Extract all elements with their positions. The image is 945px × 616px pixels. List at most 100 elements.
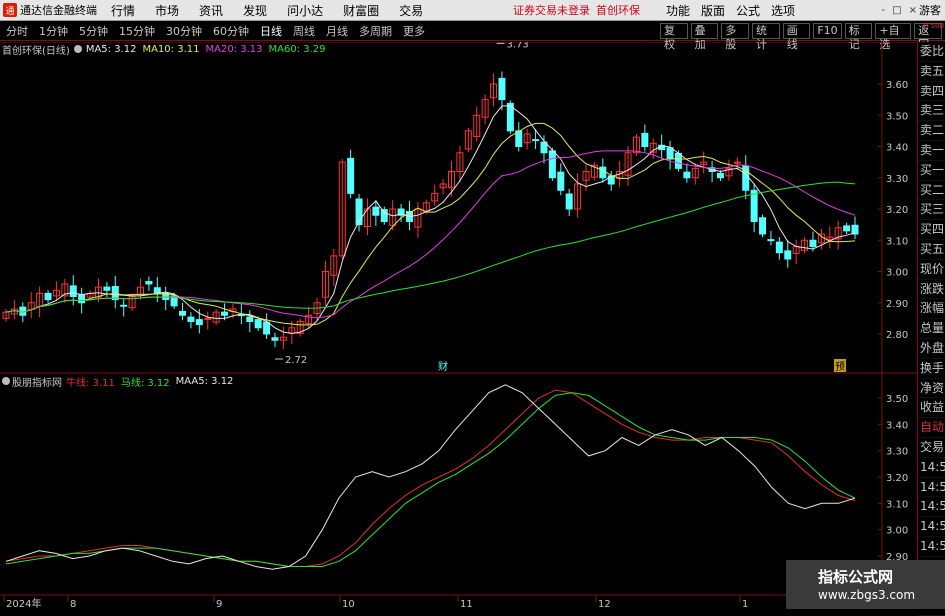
menu-item-wealth[interactable]: 财富圈 [343,2,379,19]
menu-item-layout[interactable]: 版面 [701,2,725,19]
candle-body [666,147,674,160]
time-tick-label: 12 [598,599,611,609]
period-tab-more[interactable]: 更多 [403,23,425,39]
period-tab-0[interactable]: 分时 [6,23,28,39]
candle-body [851,224,859,235]
menu-item-news[interactable]: 资讯 [199,2,223,19]
panel-item-25[interactable]: 14:56 [918,537,945,557]
panel-item-16[interactable]: 换手 [918,359,945,379]
panel-item-13[interactable]: 涨幅 [918,299,945,320]
candle-body [674,152,682,169]
period-tab-6[interactable]: 日线 [260,23,282,39]
menu-item-ask[interactable]: 问小达 [287,2,323,19]
candle-body [775,241,783,254]
menu-item-options[interactable]: 选项 [771,2,795,19]
tool-draw-button[interactable]: 画线 [782,22,811,51]
panel-item-5[interactable]: 卖一 [918,141,945,161]
menu-item-trade[interactable]: 交易 [399,2,423,19]
candle-body [347,157,355,194]
sub-tick-label: 3.20 [886,473,908,484]
candle-body [221,311,229,316]
panel-item-11[interactable]: 现价 [918,260,945,280]
tool-stats-button[interactable]: 统计 [752,22,780,51]
period-tab-2[interactable]: 5分钟 [79,23,108,39]
horse-line-label: 马线: 3.12 [120,377,170,389]
kline-chart[interactable]: 3.60 3.50 3.40 3.30 3.20 3.10 3.00 2.90 2.80 3.50… [0,42,917,609]
tool-overlay-button[interactable]: 叠加 [690,22,719,51]
panel-item-20[interactable]: 交易 [918,438,945,458]
panel-item-10[interactable]: 买五 [918,240,945,260]
ma5-label: MA5: 3.12 [85,43,137,55]
candle-body [843,225,851,232]
menu-item-formula[interactable]: 公式 [736,2,760,19]
maximize-icon[interactable]: □ [892,5,901,16]
panel-item-12[interactable]: 涨跌 [918,280,945,300]
candle-body [69,285,77,297]
candle-body [204,317,212,320]
sub-line-2 [5,384,856,570]
candle-body [372,206,380,216]
sub-line-1 [5,392,856,567]
candle-body [599,166,607,179]
panel-item-4[interactable]: 卖二 [918,121,945,141]
current-stock-name: 首创环保 [596,4,640,17]
panel-item-14[interactable]: 总量 [918,319,945,339]
time-tick-label: 9 [216,599,222,609]
panel-item-9[interactable]: 买四 [918,220,945,240]
candle-body [263,321,271,335]
sub-chart-header: 股朋指标网 牛线: 3.11 马线: 3.12 MAA5: 3.12 [0,374,239,389]
sub-line-0 [5,389,856,567]
sub-tick-label: 3.50 [886,394,908,405]
panel-item-17[interactable]: 净资 [918,379,945,399]
price-tick-label: 3.10 [886,236,908,247]
period-tab-9[interactable]: 多周期 [359,23,392,39]
candle-body [717,172,725,179]
high-label: 3.73 [507,42,529,50]
panel-item-24[interactable]: 14:56 [918,517,945,537]
tool-mark-button[interactable]: 标记 [844,22,873,51]
panel-item-22[interactable]: 14:56 [918,478,945,498]
period-tab-3[interactable]: 15分钟 [119,23,155,39]
sub-tick-label: 3.00 [886,526,908,537]
settings-dot-icon[interactable] [73,45,82,53]
panel-item-3[interactable]: 卖三 [918,101,945,122]
ma10-line [5,122,856,326]
period-tab-5[interactable]: 60分钟 [213,23,249,39]
period-tab-8[interactable]: 月线 [326,23,348,39]
candle-body [111,286,119,301]
maa5-label: MAA5: 3.12 [175,375,234,387]
panel-item-7[interactable]: 买二 [918,181,945,201]
period-tab-1[interactable]: 1分钟 [39,23,68,39]
menu-item-quotes[interactable]: 行情 [111,2,135,19]
login-notice[interactable]: 证券交易未登录 首创环保 [513,2,640,18]
period-tab-7[interactable]: 周线 [293,23,315,39]
minimize-icon[interactable]: - [882,5,886,16]
tool-adjust-button[interactable]: 复权 [660,22,688,51]
menu-bar: 通 通达信金融终端 行情 市场 资讯 发现 问小达 财富圈 交易 证券交易未登录… [0,0,945,21]
tool-multi-button[interactable]: 多股 [721,22,750,51]
menu-item-market[interactable]: 市场 [155,2,179,19]
panel-item-0[interactable]: 委比 [918,42,945,62]
panel-item-19[interactable]: 自动 [918,418,945,438]
ma60-line [5,181,856,313]
panel-item-2[interactable]: 卖四 [918,82,945,102]
panel-item-21[interactable]: 14:56 [918,458,945,478]
tool-f10-button[interactable]: F10 [813,22,842,39]
candle-body [145,281,153,285]
menu-item-function[interactable]: 功能 [666,2,690,19]
panel-item-6[interactable]: 买一 [918,161,945,181]
panel-item-1[interactable]: 卖五 [918,62,945,82]
candle-body [254,319,262,329]
panel-item-8[interactable]: 买三 [918,200,945,221]
panel-item-18[interactable]: 收益 [918,398,945,419]
tool-add-watchlist-button[interactable]: +自选 [875,22,912,51]
quote-panel: 委比 卖五 卖四 卖三 卖二 卖一 买一 买二 买三 买四 买五 现价 涨跌 涨幅 总量 外盘 换手 净资 收益 自动… [917,42,945,616]
menu-item-discover[interactable]: 发现 [243,2,267,19]
panel-item-23[interactable]: 14:56 [918,497,945,518]
panel-item-15[interactable]: 外盘 [918,339,945,359]
close-icon[interactable]: × [909,5,917,16]
sub-settings-dot-icon[interactable] [2,377,10,385]
app-title: 通达信金融终端 [20,4,97,17]
guest-login[interactable]: 游客 [919,2,941,18]
period-tab-4[interactable]: 30分钟 [166,23,202,39]
